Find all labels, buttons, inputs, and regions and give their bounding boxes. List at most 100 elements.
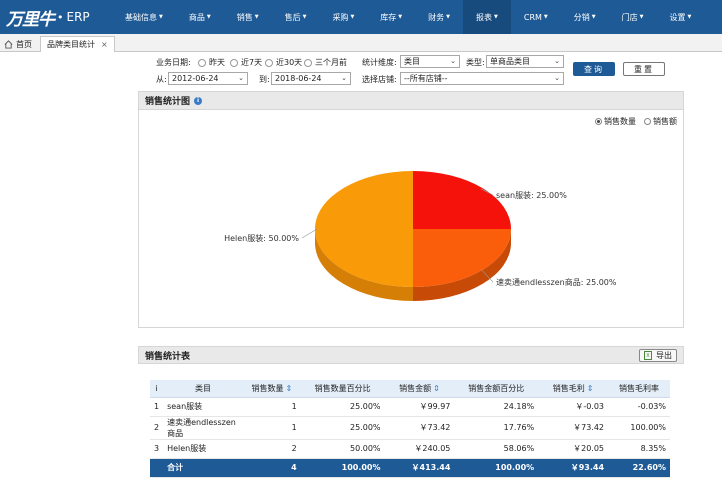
nav-item-6[interactable]: 财务 ▼ — [415, 0, 463, 34]
to-date-value: 2018-06-24 — [275, 74, 322, 83]
radio-yesterday[interactable]: 昨天 — [198, 57, 225, 68]
table-row: 2 速卖通endlesszen商品 1 25.00% ￥73.42 17.76% ￥73.4… — [150, 416, 670, 440]
table-cell: ￥99.97 — [384, 397, 455, 417]
chevron-down-icon: ⌄ — [341, 74, 347, 82]
tab-brand-category-stats[interactable]: 品牌类目统计 × — [40, 36, 115, 52]
table-cell: 1 — [242, 397, 301, 417]
nav-item-11[interactable]: 设置 ▼ — [657, 0, 705, 34]
table-cell: ￥413.44 — [384, 458, 455, 478]
reset-button[interactable]: 重置 — [623, 62, 665, 76]
tab-home[interactable]: 首页 — [4, 36, 32, 52]
table-panel-header: 销售统计表 X 导出 — [138, 346, 684, 364]
table-cell: ￥73.42 — [538, 416, 609, 440]
sort-icon[interactable]: ⇕ — [285, 384, 292, 393]
column-header[interactable]: 销售金额 ⇕ — [384, 380, 455, 398]
table-cell: 2 — [242, 439, 301, 459]
type-select[interactable]: 单商品类目 ⌄ — [486, 55, 564, 68]
column-header[interactable]: 销售毛利 ⇕ — [538, 380, 609, 398]
dimension-value: 类目 — [404, 57, 420, 66]
query-button[interactable]: 查询 — [573, 62, 615, 76]
nav-item-0[interactable]: 基础信息 ▼ — [112, 0, 176, 34]
app-logo[interactable]: 万里牛 • ERP — [6, 6, 90, 30]
from-date-value: 2012-06-24 — [172, 74, 219, 83]
caret-down-icon: ▼ — [206, 14, 211, 20]
radio-three-months-ago[interactable]: 三个月前 — [304, 57, 347, 68]
table-total-row: 合计 4 100.00% ￥413.44 100.00% ￥93.44 22.60% — [150, 458, 670, 478]
export-label: 导出 — [656, 351, 672, 360]
table-cell: 4 — [242, 458, 301, 478]
logo-brand: 万里牛 — [6, 9, 55, 30]
nav-item-10[interactable]: 门店 ▼ — [609, 0, 657, 34]
nav-item-2[interactable]: 销售 ▼ — [224, 0, 272, 34]
column-header: 销售数量百分比 — [300, 380, 385, 398]
table-cell: 1 — [150, 397, 164, 417]
pie-label: Helen服装: 50.00% — [224, 233, 299, 243]
nav-item-label: 库存 — [380, 12, 397, 22]
chevron-down-icon: ⌄ — [554, 57, 560, 65]
pie-chart: sean服装: 25.00% 速卖通endlesszen商品: 25.00% Hel… — [224, 171, 617, 301]
caret-down-icon: ▼ — [350, 14, 355, 20]
nav-item-9[interactable]: 分销 ▼ — [561, 0, 609, 34]
nav-item-label: 基础信息 — [125, 12, 157, 22]
table-cell: 25.00% — [300, 416, 385, 440]
nav-item-label: 报表 — [476, 12, 493, 22]
filter-form: 业务日期: 昨天 近7天 近30天 三个月前 从: 2012-06-24 ⌄ 到:… — [0, 52, 722, 90]
chevron-down-icon: ⌄ — [450, 57, 456, 65]
table-cell: 100.00% — [300, 458, 385, 478]
table-cell: 100.00% — [608, 416, 670, 440]
radio-circle — [265, 58, 273, 67]
radio-circle — [198, 58, 206, 67]
caret-down-icon: ▼ — [639, 14, 644, 20]
table-cell: ￥73.42 — [384, 416, 455, 440]
table-cell: ￥93.44 — [538, 458, 609, 478]
type-label: 类型: — [466, 58, 485, 67]
table-cell — [150, 458, 164, 478]
date-label: 业务日期: — [156, 58, 191, 67]
pie-label: 速卖通endlesszen商品: 25.00% — [496, 277, 617, 287]
tab-bar: 首页 品牌类目统计 × — [0, 34, 722, 52]
close-tab-icon[interactable]: × — [101, 40, 108, 49]
store-select[interactable]: --所有店铺-- ⌄ — [400, 72, 564, 85]
sales-chart-panel: 销售统计图 i 销售数量 销售额 sean服装: 25.00% 速卖通endles… — [138, 91, 684, 328]
radio-label: 近7天 — [241, 58, 263, 67]
column-header-label: 类目 — [195, 383, 212, 393]
table-cell: 100.00% — [454, 458, 539, 478]
table-cell: 1 — [242, 416, 301, 440]
radio-label: 昨天 — [209, 58, 225, 67]
info-icon[interactable]: i — [194, 96, 203, 105]
nav-item-label: 售后 — [284, 12, 301, 22]
column-header[interactable]: 销售数量 ⇕ — [242, 380, 301, 398]
table-cell: ￥-0.03 — [538, 397, 609, 417]
nav-item-7[interactable]: 报表 ▼ — [463, 0, 511, 34]
radio-last-30-days[interactable]: 近30天 — [265, 57, 302, 68]
table-cell: 50.00% — [300, 439, 385, 459]
radio-last-7-days[interactable]: 近7天 — [230, 57, 262, 68]
home-icon — [4, 39, 13, 49]
nav-item-label: 财务 — [428, 12, 445, 22]
nav-item-label: CRM — [523, 12, 542, 22]
table-cell: 合计 — [163, 458, 243, 478]
caret-down-icon: ▼ — [446, 14, 451, 20]
nav-item-5[interactable]: 库存 ▼ — [367, 0, 415, 34]
export-button[interactable]: X 导出 — [639, 349, 677, 362]
sort-icon[interactable]: ⇕ — [587, 384, 594, 393]
table-body: 1 sean服装 1 25.00% ￥99.97 24.18% ￥-0.03 -0.03% 2 速… — [150, 397, 670, 478]
table-row: 1 sean服装 1 25.00% ￥99.97 24.18% ￥-0.03 -0.03% — [150, 397, 670, 417]
nav-item-3[interactable]: 售后 ▼ — [272, 0, 320, 34]
table-cell: 3 — [150, 439, 164, 459]
to-label: 到: — [259, 75, 270, 84]
column-header: 销售金额百分比 — [454, 380, 539, 398]
caret-down-icon: ▼ — [302, 14, 307, 20]
logo-suffix: ERP — [66, 10, 90, 24]
column-header-label: 销售数量百分比 — [314, 383, 371, 393]
main-menu: 基础信息 ▼ 商品 ▼ 销售 ▼ 售后 ▼ 采购 ▼ 库存 ▼ 财务 ▼ 报表 ▼ CRM ▼ 分销 ▼ 门店 ▼ 设置 ▼ — [112, 0, 704, 34]
dimension-select[interactable]: 类目 ⌄ — [400, 55, 460, 68]
nav-item-8[interactable]: CRM ▼ — [511, 0, 561, 34]
radio-circle — [304, 58, 312, 67]
table-cell: 25.00% — [300, 397, 385, 417]
nav-item-4[interactable]: 采购 ▼ — [319, 0, 367, 34]
from-date-input[interactable]: 2012-06-24 ⌄ — [168, 72, 248, 85]
nav-item-1[interactable]: 商品 ▼ — [176, 0, 224, 34]
to-date-input[interactable]: 2018-06-24 ⌄ — [271, 72, 351, 85]
sort-icon[interactable]: ⇕ — [433, 384, 440, 393]
